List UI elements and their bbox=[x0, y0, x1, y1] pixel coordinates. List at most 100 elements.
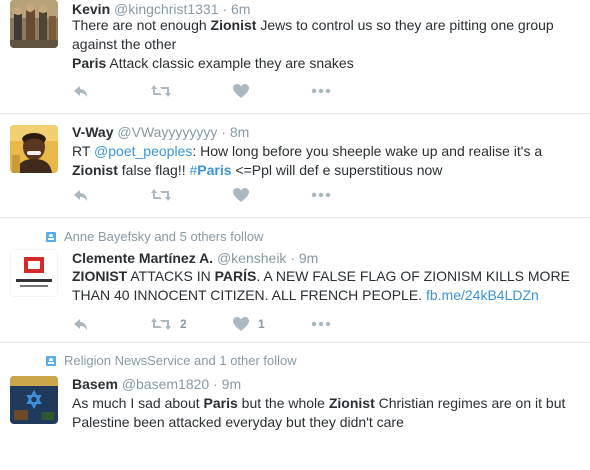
hashword: ZIONIST bbox=[72, 268, 128, 284]
author-name[interactable]: V-Way bbox=[72, 124, 114, 140]
avatar[interactable] bbox=[10, 0, 58, 48]
like-button[interactable] bbox=[232, 82, 258, 100]
separator: · bbox=[213, 376, 218, 392]
text-span: Attack classic example they are snakes bbox=[106, 55, 354, 71]
follow-context[interactable]: Anne Bayefsky and 5 others follow bbox=[46, 229, 263, 244]
more-icon bbox=[311, 186, 331, 204]
author-name[interactable]: Clemente Martínez A. bbox=[72, 250, 213, 266]
retweet-icon bbox=[150, 315, 172, 333]
more-button[interactable] bbox=[311, 186, 331, 204]
heart-icon bbox=[232, 186, 250, 204]
tweet-actions: 2 1 bbox=[72, 315, 332, 333]
tweet-time[interactable]: 9m bbox=[222, 376, 241, 392]
more-button[interactable] bbox=[311, 315, 331, 333]
mention-link[interactable]: @poet_peoples bbox=[94, 143, 192, 159]
text-span: but the whole bbox=[237, 395, 329, 411]
tweet-time[interactable]: 9m bbox=[299, 250, 318, 266]
reply-button[interactable] bbox=[72, 82, 90, 100]
more-icon bbox=[311, 315, 331, 333]
text-span: THAN 40 INNOCENT CITIZEN. ALL FRENCH PEO… bbox=[72, 287, 426, 303]
tweet-header: V-Way @VWayyyyyyyy · 8m bbox=[72, 124, 249, 140]
hashword: PARÍS bbox=[214, 268, 257, 284]
more-icon bbox=[311, 82, 331, 100]
text-span: Jews to control us so they are pitting o… bbox=[256, 17, 554, 33]
tweet-time[interactable]: 6m bbox=[231, 1, 250, 17]
tweet-line: THAN 40 INNOCENT CITIZEN. ALL FRENCH PEO… bbox=[72, 286, 582, 305]
reply-icon bbox=[72, 315, 90, 333]
tweet-line: against the other bbox=[72, 35, 582, 54]
tweet-header: Kevin @kingchrist1331 · 6m bbox=[72, 1, 250, 17]
follow-context-text: Religion NewsService and 1 other follow bbox=[64, 353, 297, 368]
hashword: Zionist bbox=[72, 162, 118, 178]
tweet-header: Clemente Martínez A. @kensheik · 9m bbox=[72, 250, 318, 266]
tweet-text: RT @poet_peoples: How long before you sh… bbox=[72, 142, 582, 180]
hashword: Zionist bbox=[210, 17, 257, 33]
retweet-count: 2 bbox=[180, 317, 187, 331]
person-icon bbox=[46, 356, 56, 366]
retweet-button[interactable]: 2 bbox=[150, 315, 187, 333]
timeline: Kevin @kingchrist1331 · 6m There are not… bbox=[0, 0, 590, 470]
tweet[interactable]: Anne Bayefsky and 5 others follow Clemen… bbox=[0, 218, 590, 343]
text-span: <=Ppl will def e superstitious now bbox=[231, 162, 443, 178]
tweet-time[interactable]: 8m bbox=[230, 124, 249, 140]
separator: · bbox=[290, 250, 295, 266]
separator: · bbox=[221, 124, 226, 140]
text-span: against the other bbox=[72, 36, 177, 52]
author-handle[interactable]: @VWayyyyyyyy bbox=[117, 124, 217, 140]
author-name[interactable]: Kevin bbox=[72, 1, 110, 17]
heart-icon bbox=[232, 315, 250, 333]
avatar[interactable] bbox=[10, 376, 58, 424]
follow-context[interactable]: Religion NewsService and 1 other follow bbox=[46, 353, 297, 368]
reply-button[interactable] bbox=[72, 186, 90, 204]
text-span: As much I sad about bbox=[72, 395, 204, 411]
tweet-header: Basem @basem1820 · 9m bbox=[72, 376, 241, 392]
hashtag-link[interactable]: Paris bbox=[197, 162, 231, 178]
tweet-actions bbox=[72, 82, 332, 100]
tweet-text: As much I sad about Paris but the whole … bbox=[72, 394, 582, 432]
hashword: Paris bbox=[72, 55, 107, 71]
tweet[interactable]: V-Way @VWayyyyyyyy · 8m RT @poet_peoples… bbox=[0, 114, 590, 218]
retweet-icon bbox=[150, 186, 172, 204]
tweet-actions bbox=[72, 186, 332, 204]
author-name[interactable]: Basem bbox=[72, 376, 118, 392]
url-link[interactable]: fb.me/24kB4LDZn bbox=[426, 287, 539, 303]
avatar[interactable] bbox=[10, 249, 58, 297]
heart-icon bbox=[232, 82, 250, 100]
follow-context-text: Anne Bayefsky and 5 others follow bbox=[64, 229, 264, 244]
text-span: ATTACKS IN bbox=[127, 268, 215, 284]
text-span: There are not enough bbox=[72, 17, 211, 33]
tweet-line: Zionist false flag!! #Paris <=Ppl will d… bbox=[72, 161, 582, 180]
text-span: . A NEW FALSE FLAG OF ZIONISM KILLS MORE bbox=[256, 268, 570, 284]
avatar[interactable] bbox=[10, 125, 58, 173]
separator: · bbox=[222, 1, 228, 17]
tweet-text: There are not enough Zionist Jews to con… bbox=[72, 16, 582, 73]
more-button[interactable] bbox=[311, 82, 331, 100]
like-button[interactable]: 1 bbox=[232, 315, 265, 333]
like-count: 1 bbox=[258, 317, 265, 331]
text-span: Christian regimes are on it but bbox=[374, 395, 566, 411]
text-span: false flag!! bbox=[117, 162, 190, 178]
tweet-line: ZIONIST ATTACKS IN PARÍS. A NEW FALSE FL… bbox=[72, 267, 582, 286]
author-handle[interactable]: @kingchrist1331 bbox=[114, 1, 219, 17]
reply-button[interactable] bbox=[72, 315, 90, 333]
retweet-button[interactable] bbox=[150, 186, 180, 204]
retweet-button[interactable] bbox=[150, 82, 180, 100]
like-button[interactable] bbox=[232, 186, 258, 204]
tweet-line: Palestine been attacked everyday but the… bbox=[72, 413, 582, 432]
reply-icon bbox=[72, 82, 90, 100]
text-span: : How long before you sheeple wake up an… bbox=[192, 143, 543, 159]
retweet-icon bbox=[150, 82, 172, 100]
author-handle[interactable]: @basem1820 bbox=[122, 376, 209, 392]
tweet-text: ZIONIST ATTACKS IN PARÍS. A NEW FALSE FL… bbox=[72, 267, 582, 305]
text-span: Palestine been attacked everyday but the… bbox=[72, 414, 404, 430]
reply-icon bbox=[72, 186, 90, 204]
tweet-line: RT @poet_peoples: How long before you sh… bbox=[72, 142, 582, 161]
author-handle[interactable]: @kensheik bbox=[217, 250, 286, 266]
tweet-line: There are not enough Zionist Jews to con… bbox=[72, 16, 582, 35]
tweet[interactable]: Religion NewsService and 1 other follow … bbox=[0, 343, 590, 470]
tweet[interactable]: Kevin @kingchrist1331 · 6m There are not… bbox=[0, 0, 590, 114]
tweet-line: Paris Attack classic example they are sn… bbox=[72, 54, 582, 73]
hashword: Paris bbox=[203, 395, 238, 411]
text-span: RT bbox=[72, 143, 95, 159]
tweet-line: As much I sad about Paris but the whole … bbox=[72, 394, 582, 413]
